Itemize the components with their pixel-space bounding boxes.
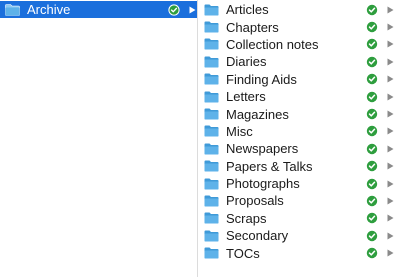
chevron-right-icon — [387, 40, 394, 48]
chevron-right-icon — [387, 214, 394, 222]
folder-icon — [204, 195, 219, 207]
folder-icon — [204, 38, 219, 50]
synced-check-icon — [366, 39, 378, 50]
chevron-right-icon — [387, 127, 394, 135]
folder-icon — [204, 230, 219, 242]
synced-check-icon — [366, 247, 378, 259]
synced-check-icon — [366, 195, 378, 207]
chevron-right-icon — [387, 232, 394, 240]
synced-check-icon — [168, 4, 180, 16]
synced-check-icon — [366, 108, 378, 120]
chevron-right-icon — [387, 197, 394, 205]
synced-check-icon — [366, 91, 378, 102]
folder-icon — [204, 160, 219, 172]
folder-icon — [204, 91, 219, 103]
folder-row-newspapers[interactable]: Newspapers — [199, 140, 396, 157]
folder-row-misc[interactable]: Misc — [199, 123, 396, 140]
folder-row-archive[interactable]: Archive — [0, 1, 197, 19]
folder-row-tocs[interactable]: TOCs — [199, 244, 396, 261]
folder-row-scraps[interactable]: Scraps — [199, 210, 396, 227]
folder-icon — [204, 125, 219, 137]
folder-row-collection-notes[interactable]: Collection notes — [199, 36, 396, 53]
folder-icon — [204, 143, 219, 155]
chevron-right-icon — [189, 6, 196, 14]
folder-icon — [204, 21, 219, 33]
chevron-right-icon — [387, 75, 394, 83]
chevron-right-icon — [387, 23, 394, 31]
folder-icon — [204, 4, 219, 16]
synced-check-icon — [366, 21, 378, 33]
folder-row-letters[interactable]: Letters — [199, 88, 396, 105]
folder-row-articles[interactable]: Articles — [199, 1, 396, 18]
chevron-right-icon — [387, 93, 394, 101]
chevron-right-icon — [387, 110, 394, 118]
folder-row-secondary[interactable]: Secondary — [199, 227, 396, 244]
chevron-right-icon — [387, 145, 394, 153]
folder-row-finding-aids[interactable]: Finding Aids — [199, 71, 396, 88]
synced-check-icon — [366, 230, 378, 241]
chevron-right-icon — [387, 180, 394, 188]
folder-icon — [204, 212, 219, 224]
folder-row-proposals[interactable]: Proposals — [199, 192, 396, 209]
synced-check-icon — [366, 74, 378, 85]
folder-icon — [204, 178, 219, 190]
folder-icon — [204, 247, 219, 259]
folder-row-diaries[interactable]: Diaries — [199, 53, 396, 70]
folder-row-photographs[interactable]: Photographs — [199, 175, 396, 192]
finder-column-browser: Archive Articles Chapters Collection not… — [0, 0, 396, 277]
folder-row-papers-talks[interactable]: Papers & Talks — [199, 158, 396, 175]
chevron-right-icon — [387, 6, 394, 14]
chevron-right-icon — [387, 162, 394, 170]
folder-icon — [204, 56, 219, 68]
folder-icon — [5, 3, 20, 16]
synced-check-icon — [366, 126, 378, 137]
parent-column: Archive — [0, 0, 198, 277]
synced-check-icon — [366, 213, 378, 224]
synced-check-icon — [366, 178, 378, 189]
folder-row-chapters[interactable]: Chapters — [199, 18, 396, 35]
synced-check-icon — [366, 56, 378, 68]
folder-row-magazines[interactable]: Magazines — [199, 105, 396, 122]
synced-check-icon — [366, 161, 378, 172]
chevron-right-icon — [387, 249, 394, 257]
folder-list: Articles Chapters Collection notes Diari… — [199, 0, 396, 262]
folder-icon — [204, 73, 219, 85]
child-column: Articles Chapters Collection notes Diari… — [199, 0, 396, 277]
folder-icon — [204, 108, 219, 120]
synced-check-icon — [366, 4, 378, 15]
synced-check-icon — [366, 143, 378, 155]
chevron-right-icon — [387, 58, 394, 66]
